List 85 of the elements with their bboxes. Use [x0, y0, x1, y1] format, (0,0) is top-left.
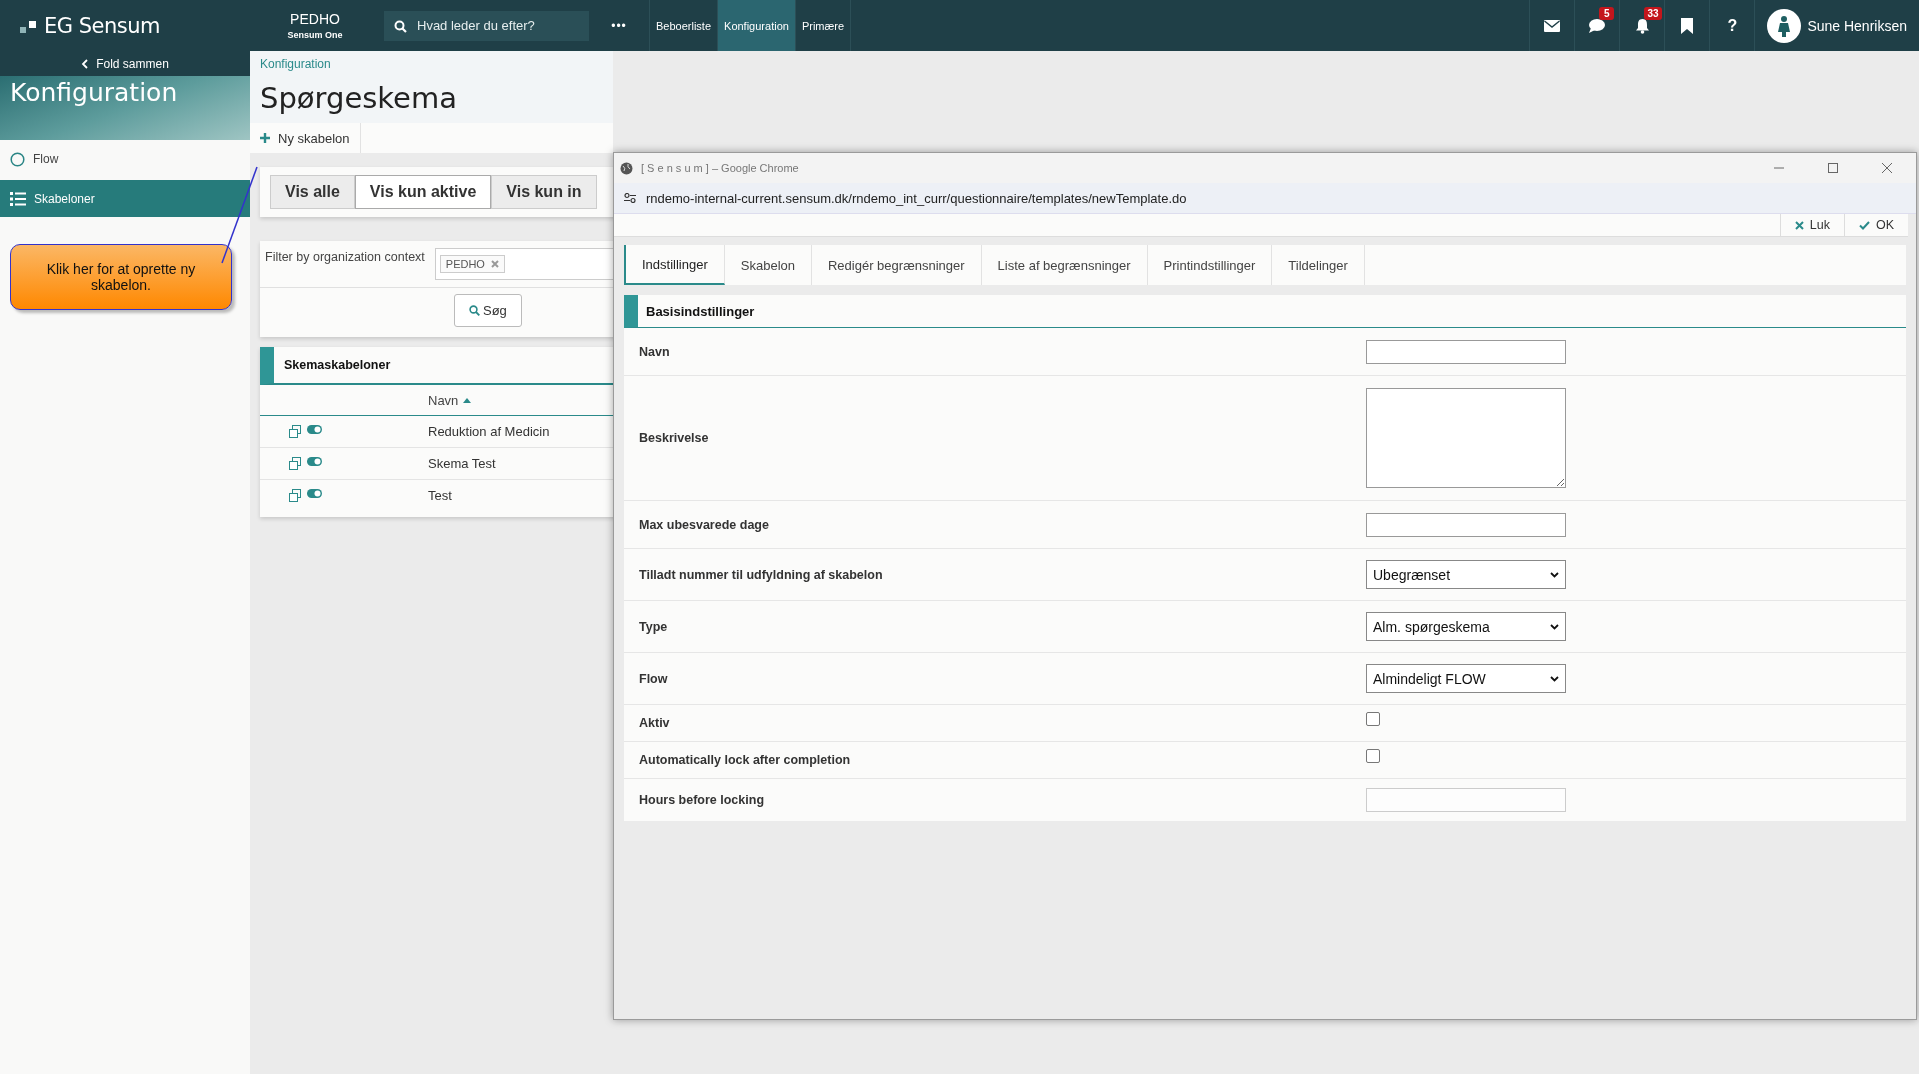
- collapse-button[interactable]: Fold sammen: [0, 51, 250, 76]
- org-subtitle: Sensum One: [287, 30, 343, 40]
- globe-icon: [620, 161, 633, 175]
- org-tag[interactable]: PEDHO: [439, 255, 505, 273]
- field-label: Type: [638, 619, 669, 634]
- field-label: Flow: [638, 671, 669, 686]
- chevron-down-icon: [1550, 675, 1559, 682]
- field-label: Max ubesvarede dage: [638, 517, 770, 532]
- sidebar-item[interactable]: Skabeloner: [0, 180, 250, 217]
- toggle-switch[interactable]: [307, 489, 322, 498]
- dropdown[interactable]: Ubegrænset: [1366, 560, 1566, 589]
- circle-icon: [10, 151, 25, 167]
- dropdown[interactable]: Almindeligt FLOW: [1366, 664, 1566, 693]
- copy-icon[interactable]: [289, 425, 301, 438]
- table-title: Skemaskabeloner: [284, 358, 391, 372]
- dropdown[interactable]: Alm. spørgeskema: [1366, 612, 1566, 641]
- field-label: Beskrivelse: [638, 431, 710, 445]
- text-field[interactable]: [1366, 512, 1566, 537]
- copy-icon[interactable]: [289, 457, 301, 470]
- table-cell: Skema Test: [428, 456, 496, 471]
- section-heading: Basisindstillinger: [646, 303, 755, 319]
- organization-field[interactable]: PEDHO: [434, 248, 613, 280]
- callout-text: Klik her for at oprette ny skabelon.: [45, 260, 197, 294]
- user-name[interactable]: Sune Henriksen: [1807, 17, 1907, 34]
- notification-count: 33: [1644, 7, 1662, 20]
- nav-tab[interactable]: Konfiguration: [718, 0, 796, 51]
- user-avatar[interactable]: [1767, 8, 1802, 43]
- app-logo[interactable]: EG Sensum: [44, 13, 160, 38]
- checkbox[interactable]: [1366, 749, 1380, 763]
- page-title: Spørgeskema: [260, 81, 458, 115]
- nav-tab[interactable]: Primære: [795, 0, 852, 51]
- copy-icon[interactable]: [289, 489, 301, 502]
- field-label: Aktiv: [638, 716, 671, 730]
- org-name: PEDHO: [290, 11, 340, 27]
- plus-icon: [260, 133, 270, 143]
- settings-tab[interactable]: Skabelon: [724, 245, 812, 285]
- more-button[interactable]: •••: [589, 18, 649, 33]
- filter-tab[interactable]: Vis alle: [270, 175, 355, 209]
- search-field[interactable]: Hvad leder du efter?: [384, 10, 589, 41]
- checkbox[interactable]: [1366, 712, 1380, 726]
- field-label: Tilladt nummer til udfyldning af skabelon: [638, 567, 884, 582]
- bookmark-icon[interactable]: [1681, 17, 1694, 34]
- ok-button[interactable]: OK: [1843, 214, 1908, 236]
- mail-icon[interactable]: [1544, 19, 1561, 32]
- filter-tab[interactable]: Vis kun aktive: [354, 175, 492, 209]
- settings-tab[interactable]: Redigér begrænsninger: [812, 245, 982, 285]
- toggle-switch[interactable]: [307, 425, 322, 434]
- bell-icon[interactable]: [1634, 17, 1650, 34]
- search-icon: [394, 19, 407, 33]
- field-label: Automatically lock after completion: [638, 753, 852, 767]
- remove-icon[interactable]: [490, 260, 499, 268]
- sidebar-item[interactable]: Flow: [0, 143, 250, 175]
- column-header[interactable]: Navn: [428, 392, 472, 408]
- text-field[interactable]: [1366, 339, 1566, 364]
- filter-label: Filter by organization context: [265, 250, 425, 264]
- settings-tab[interactable]: Printindstillinger: [1147, 245, 1273, 285]
- close-icon: [1794, 220, 1804, 230]
- close-button[interactable]: Luk: [1779, 214, 1844, 236]
- notification-count: 5: [1599, 7, 1615, 20]
- maximize-icon[interactable]: [1828, 163, 1838, 173]
- settings-tab[interactable]: Tildelinger: [1272, 245, 1365, 285]
- checkmark-icon: [1858, 220, 1870, 230]
- table-cell: Reduktion af Medicin: [428, 424, 550, 439]
- window-title: [ S e n s u m ] – Google Chrome: [641, 162, 799, 174]
- close-icon[interactable]: [1882, 163, 1892, 173]
- field-label: Hours before locking: [638, 793, 766, 807]
- table-cell: Test: [428, 488, 452, 503]
- settings-tab[interactable]: Liste af begrænsninger: [981, 245, 1148, 285]
- field-label: Navn: [638, 344, 671, 359]
- logo-squares-icon: [20, 18, 38, 33]
- section-title: Konfiguration: [10, 78, 178, 107]
- help-button[interactable]: ?: [1727, 16, 1738, 35]
- breadcrumb-link[interactable]: Konfiguration: [260, 57, 603, 71]
- search-icon: [469, 305, 480, 316]
- settings-tab[interactable]: Indstillinger: [624, 245, 725, 285]
- site-settings-icon[interactable]: [624, 193, 636, 203]
- search-button[interactable]: Søg: [454, 294, 522, 327]
- chat-icon[interactable]: [1588, 18, 1606, 33]
- chevron-left-icon: [81, 58, 89, 69]
- toggle-switch[interactable]: [307, 457, 322, 466]
- chevron-down-icon: [1550, 623, 1559, 630]
- chevron-down-icon: [1550, 571, 1559, 578]
- description-field[interactable]: [1366, 388, 1566, 488]
- filter-tab[interactable]: Vis kun in: [491, 175, 597, 209]
- numbered-list-icon: [10, 191, 26, 206]
